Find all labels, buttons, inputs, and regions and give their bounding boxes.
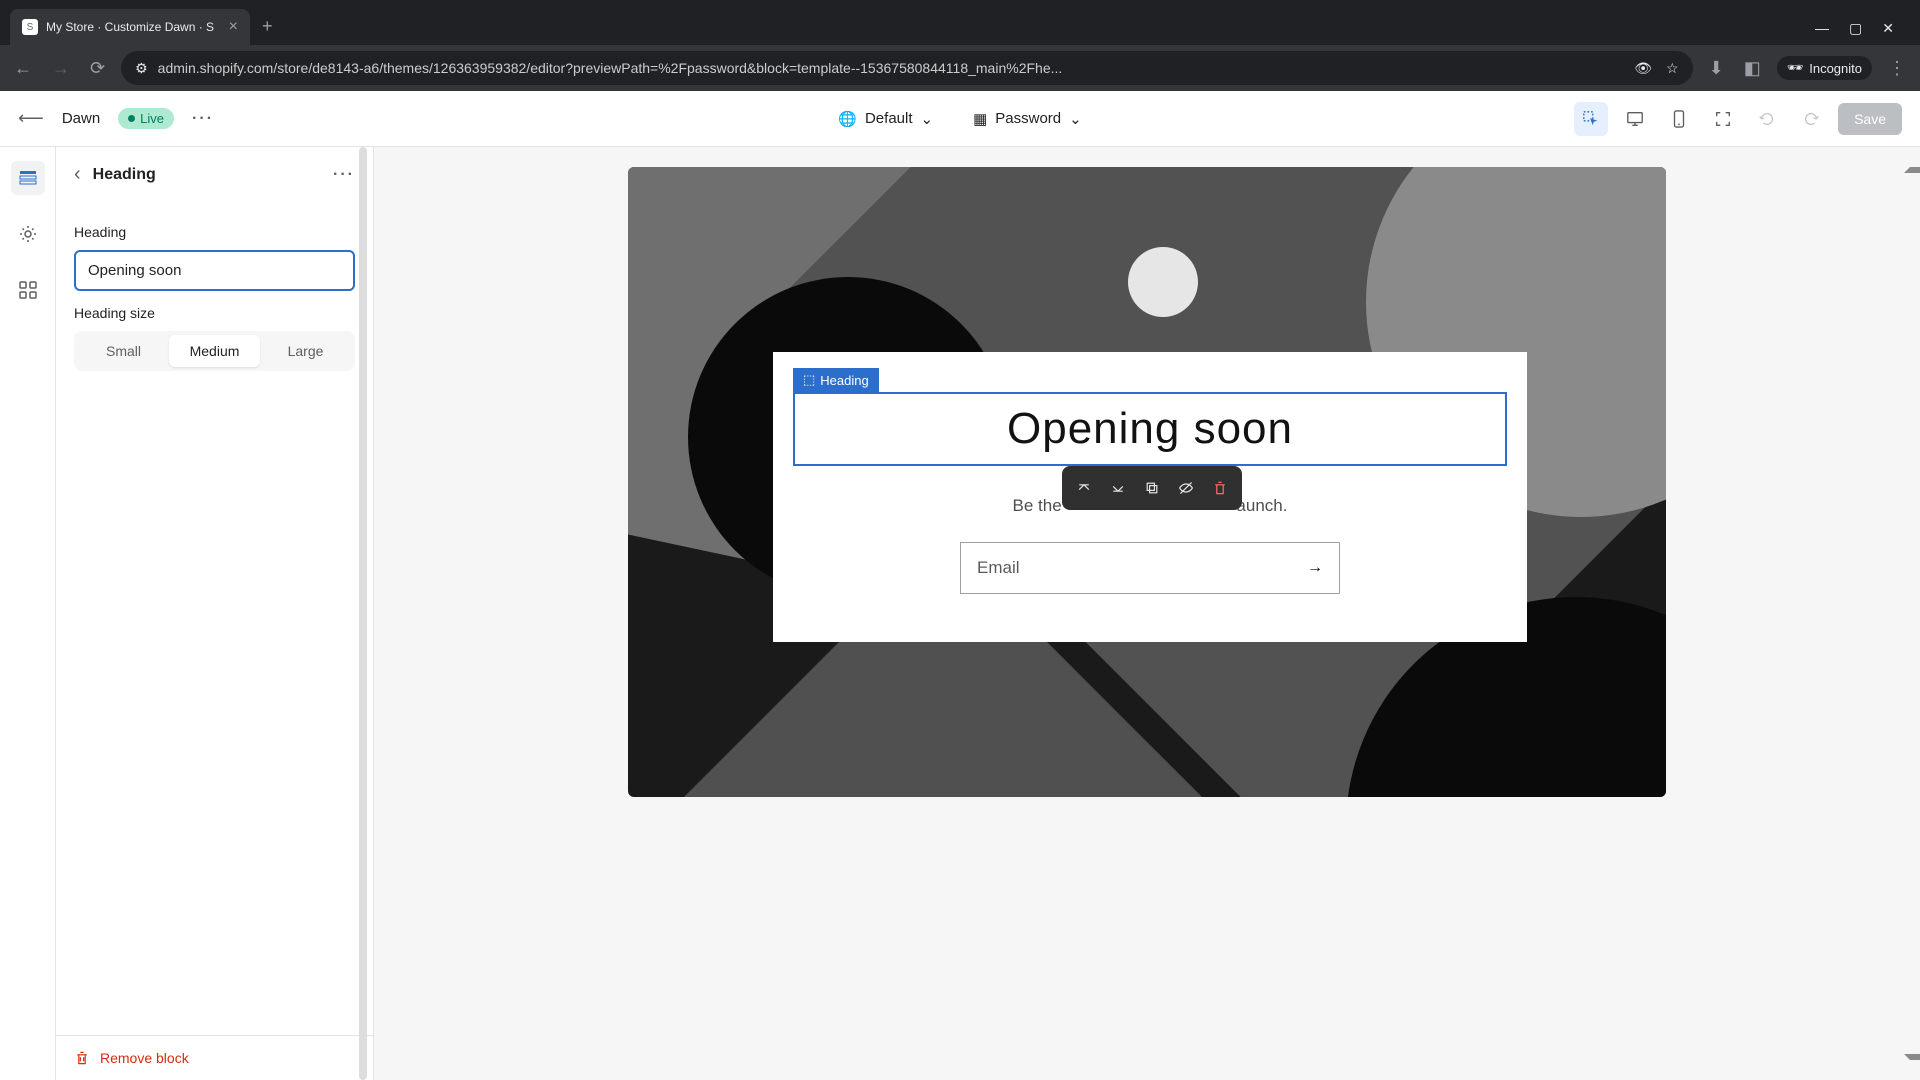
gear-icon (18, 224, 38, 244)
left-rail (0, 147, 56, 1080)
inspector-mode-button[interactable] (1574, 102, 1608, 136)
url-field[interactable]: ⚙ admin.shopify.com/store/de8143-a6/them… (121, 51, 1693, 85)
size-medium-option[interactable]: Medium (169, 335, 260, 367)
minimize-icon[interactable]: — (1815, 20, 1829, 37)
desktop-icon (1626, 110, 1644, 128)
bookmark-star-icon[interactable]: ☆ (1666, 60, 1679, 77)
mobile-icon (1672, 110, 1686, 128)
redo-button (1794, 102, 1828, 136)
theme-name: Dawn (62, 110, 100, 127)
sections-tab[interactable] (11, 161, 45, 195)
browser-tab-strip: S My Store · Customize Dawn · S × + — ▢ … (0, 0, 1920, 45)
mobile-view-button[interactable] (1662, 102, 1696, 136)
move-down-button[interactable] (1102, 472, 1134, 504)
reload-icon[interactable]: ⟳ (86, 54, 109, 83)
desktop-view-button[interactable] (1618, 102, 1652, 136)
heading-size-label: Heading size (74, 305, 355, 321)
preview-area: ⬚ Heading Opening soon Be the xxxxxxxxxx… (374, 147, 1920, 1080)
save-button: Save (1838, 103, 1902, 135)
incognito-badge[interactable]: 🕶 Incognito (1777, 56, 1872, 80)
downloads-icon[interactable]: ⬇ (1705, 54, 1728, 83)
move-up-icon (1076, 480, 1092, 496)
heading-field-label: Heading (74, 224, 355, 240)
move-up-button[interactable] (1068, 472, 1100, 504)
trash-icon (74, 1050, 90, 1066)
fullscreen-view-button[interactable] (1706, 102, 1740, 136)
heading-size-segmented: Small Medium Large (74, 331, 355, 371)
email-signup-form[interactable]: Email → (960, 542, 1340, 594)
chevron-down-icon: ⌄ (1069, 110, 1082, 128)
maximize-icon[interactable]: ▢ (1849, 20, 1862, 37)
preview-scrollbar[interactable] (1904, 167, 1916, 1060)
theme-settings-tab[interactable] (11, 217, 45, 251)
browser-menu-icon[interactable]: ⋮ (1884, 54, 1910, 83)
submit-arrow-icon[interactable]: → (1307, 559, 1323, 577)
tab-title: My Store · Customize Dawn · S (46, 20, 214, 34)
site-settings-icon[interactable]: ⚙ (135, 60, 148, 77)
back-icon[interactable]: ← (10, 54, 36, 83)
panel-more-button[interactable]: ··· (333, 166, 355, 184)
theme-actions-button[interactable]: ··· (192, 110, 214, 128)
duplicate-button[interactable] (1136, 472, 1168, 504)
panel-title: Heading (93, 166, 321, 184)
browser-url-bar: ← → ⟳ ⚙ admin.shopify.com/store/de8143-a… (0, 45, 1920, 91)
editor-toolbar: ⟵ Dawn Live ··· 🌐 Default ⌄ ▦ Password ⌄ (0, 91, 1920, 147)
hide-button[interactable] (1170, 472, 1202, 504)
app-embeds-tab[interactable] (11, 273, 45, 307)
block-label-tag: ⬚ Heading (793, 368, 879, 392)
redo-icon (1802, 110, 1820, 128)
chevron-down-icon: ⌄ (921, 110, 934, 128)
shopify-favicon-icon: S (22, 19, 38, 35)
block-icon: ⬚ (803, 372, 815, 388)
move-down-icon (1110, 480, 1126, 496)
email-placeholder: Email (977, 558, 1307, 578)
forward-icon: → (48, 54, 74, 83)
undo-icon (1758, 110, 1776, 128)
url-text: admin.shopify.com/store/de8143-a6/themes… (158, 60, 1625, 76)
eye-off-icon[interactable]: 👁 (1634, 60, 1652, 77)
block-floating-toolbar (1062, 466, 1242, 510)
eye-off-icon (1178, 480, 1194, 496)
heading-block-selected[interactable]: ⬚ Heading Opening soon (793, 392, 1507, 466)
panel-scrollbar[interactable] (359, 147, 367, 1080)
incognito-icon: 🕶 (1787, 60, 1804, 76)
heading-input[interactable] (74, 250, 355, 291)
delete-button[interactable] (1204, 472, 1236, 504)
page-switcher[interactable]: ▦ Password ⌄ (963, 104, 1092, 134)
preview-frame[interactable]: ⬚ Heading Opening soon Be the xxxxxxxxxx… (628, 167, 1666, 797)
page-icon: ▦ (973, 110, 987, 128)
close-tab-icon[interactable]: × (229, 18, 238, 36)
settings-panel: ‹ Heading ··· Heading Heading size Small… (56, 147, 374, 1080)
browser-tab[interactable]: S My Store · Customize Dawn · S × (10, 9, 250, 45)
panel-back-button[interactable]: ‹ (74, 163, 81, 186)
new-tab-button[interactable]: + (250, 8, 285, 45)
remove-block-button[interactable]: Remove block (56, 1035, 373, 1080)
template-switcher[interactable]: 🌐 Default ⌄ (828, 104, 943, 134)
duplicate-icon (1144, 480, 1160, 496)
live-status-badge: Live (118, 108, 174, 129)
fullscreen-icon (1714, 110, 1732, 128)
preview-heading-text: Opening soon (795, 404, 1505, 454)
exit-editor-icon[interactable]: ⟵ (18, 108, 44, 129)
size-large-option[interactable]: Large (260, 335, 351, 367)
side-panel-icon[interactable]: ◧ (1740, 54, 1765, 83)
globe-icon: 🌐 (838, 110, 857, 128)
size-small-option[interactable]: Small (78, 335, 169, 367)
undo-button (1750, 102, 1784, 136)
close-window-icon[interactable]: ✕ (1882, 20, 1894, 37)
sections-icon (18, 168, 38, 188)
trash-icon (1212, 480, 1228, 496)
cursor-box-icon (1582, 110, 1600, 128)
apps-icon (18, 280, 38, 300)
